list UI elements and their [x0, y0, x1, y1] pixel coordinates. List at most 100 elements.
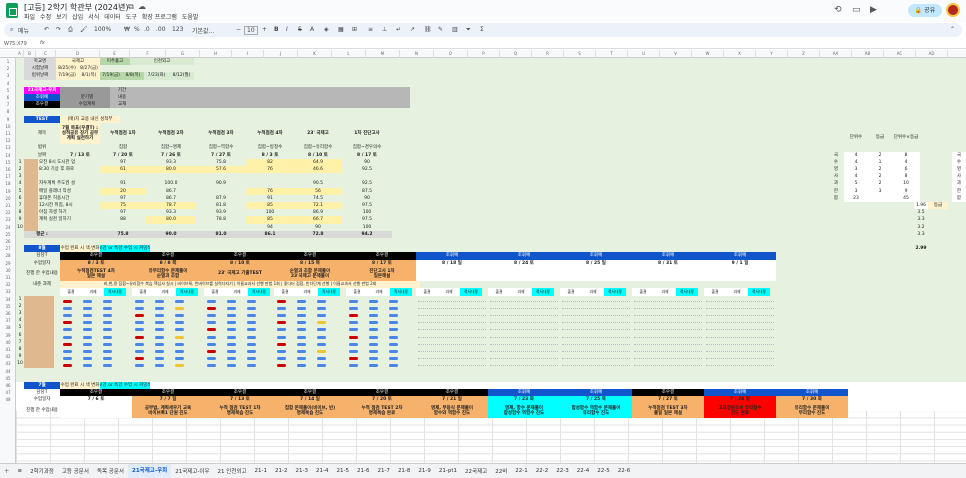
- name-box[interactable]: W75:X79: [4, 41, 27, 47]
- week-progress[interactable]: 합성함수 역함수 문제풀이 유리함수 진도: [560, 403, 632, 418]
- status-pills[interactable]: [134, 305, 202, 310]
- week-progress[interactable]: 23' 국제고 기출TEST: [204, 266, 276, 282]
- score-cell[interactable]: 90: [294, 224, 342, 231]
- row-header[interactable]: 39: [0, 332, 16, 339]
- test-title[interactable]: 누적점검 2차: [146, 123, 196, 145]
- status-pills[interactable]: [348, 334, 416, 339]
- rank-cell[interactable]: 2: [868, 180, 892, 188]
- range-5[interactable]: 7/23(화): [144, 72, 169, 80]
- comment-add-icon[interactable]: ✎: [438, 26, 443, 33]
- week-date[interactable]: 8 / 3 토: [60, 259, 132, 267]
- row-header[interactable]: 4: [0, 80, 16, 87]
- strikethrough-icon[interactable]: S: [298, 26, 302, 33]
- sheet-tab[interactable]: 21-4: [312, 468, 332, 474]
- week-date[interactable]: 8 / 8 목: [132, 259, 204, 267]
- sheet-tab[interactable]: 22-6: [614, 468, 634, 474]
- column-header[interactable]: AB: [852, 50, 884, 58]
- status-pills[interactable]: [134, 334, 202, 339]
- row-header[interactable]: 11: [0, 130, 16, 137]
- week-teacher[interactable]: 조우결: [204, 252, 276, 260]
- row-num[interactable]: 1: [16, 296, 24, 303]
- row-header[interactable]: 38: [0, 324, 16, 331]
- row-header[interactable]: 33: [0, 288, 16, 295]
- week-progress[interactable]: 유무리함수 문제풀이 순열과 조합: [132, 266, 204, 282]
- check-label[interactable]: 적서내용: [248, 288, 270, 296]
- sheet-tab[interactable]: 22비: [491, 467, 511, 475]
- subject-label[interactable]: 제목: [24, 123, 60, 145]
- status-dropdown[interactable]: [418, 326, 486, 331]
- row-header[interactable]: 14: [0, 152, 16, 159]
- status-dropdown[interactable]: [490, 326, 558, 331]
- week-progress[interactable]: 집합 문제풀이(비이브, 빈) 명제복습 진도: [274, 403, 346, 418]
- move-icon[interactable]: ⧉: [128, 2, 134, 12]
- status-pills[interactable]: [206, 305, 274, 310]
- fill-color-icon[interactable]: ◈: [324, 26, 329, 33]
- score-cell[interactable]: 57.6: [196, 166, 246, 174]
- week-date[interactable]: 7 / 13 토: [204, 396, 276, 404]
- sheet-tab[interactable]: 21-pt1: [435, 468, 461, 474]
- week-teacher[interactable]: 조휘예: [632, 252, 704, 260]
- status-pills[interactable]: [62, 362, 130, 368]
- row-header[interactable]: 25: [0, 231, 16, 238]
- rank-cell[interactable]: 4: [844, 158, 868, 166]
- row-header[interactable]: 48: [0, 396, 16, 403]
- score-cell[interactable]: 90.5: [294, 180, 342, 187]
- score-cell[interactable]: 86.7: [146, 188, 196, 195]
- function-icon[interactable]: Σ: [480, 26, 484, 33]
- column-header[interactable]: F: [130, 50, 166, 58]
- status-dropdown[interactable]: [562, 305, 630, 309]
- score-cell[interactable]: 46.6: [294, 166, 342, 174]
- week-teacher[interactable]: 조우결: [60, 252, 132, 260]
- row-header[interactable]: 31: [0, 274, 16, 281]
- column-header[interactable]: B: [24, 50, 36, 58]
- label-teacher[interactable]: 담당T: [24, 252, 60, 259]
- test-date[interactable]: 8 / 3 토: [246, 152, 294, 159]
- row-header[interactable]: 42: [0, 353, 16, 360]
- rank-cell[interactable]: 6: [892, 166, 920, 174]
- sheet-tab[interactable]: 22-5: [593, 468, 613, 474]
- bold-icon[interactable]: B: [274, 26, 279, 33]
- row-header[interactable]: 30: [0, 267, 16, 274]
- row-header[interactable]: 41: [0, 346, 16, 353]
- row-header[interactable]: 1: [0, 58, 16, 65]
- status-dropdown[interactable]: [634, 341, 702, 345]
- check-label[interactable]: 과제: [82, 288, 104, 296]
- score-cell[interactable]: 80.0: [146, 166, 196, 174]
- score-cell[interactable]: 97: [100, 209, 146, 216]
- status-pills[interactable]: [62, 334, 130, 339]
- score-cell[interactable]: 93.9: [196, 209, 246, 216]
- check-label[interactable]: 과제: [368, 288, 390, 296]
- rank-tail[interactable]: 3.2: [914, 224, 928, 231]
- row-header[interactable]: 47: [0, 389, 16, 396]
- week-progress[interactable]: 유리함수 문제풀이 무리함수 진도: [776, 403, 848, 418]
- sheet-tab[interactable]: 21국제고-우희: [128, 464, 172, 478]
- sheet-tab[interactable]: 21-7: [373, 468, 393, 474]
- week-teacher[interactable]: 조휘예: [488, 389, 560, 397]
- font-select[interactable]: 기본값...: [192, 26, 214, 35]
- rank-cell[interactable]: 8: [892, 173, 920, 181]
- week-date[interactable]: 8 / 31 토: [632, 259, 704, 267]
- row-header[interactable]: 16: [0, 166, 16, 173]
- status-pills[interactable]: [276, 348, 344, 353]
- sheet-tab[interactable]: 21국제고-이우: [171, 467, 213, 475]
- score-cell[interactable]: 90: [342, 195, 392, 202]
- score-cell[interactable]: 76: [246, 166, 294, 174]
- score-cell[interactable]: [246, 173, 294, 180]
- status-dropdown[interactable]: [490, 348, 558, 352]
- row-header[interactable]: 10: [0, 123, 16, 130]
- column-header[interactable]: Q: [500, 50, 532, 58]
- student-goal[interactable]: 아침 자생 하기: [38, 209, 100, 216]
- week-date[interactable]: 7 / 14 일: [274, 396, 346, 404]
- status-pills[interactable]: [348, 355, 416, 361]
- row-header[interactable]: 40: [0, 339, 16, 346]
- status-pills[interactable]: [134, 319, 202, 325]
- column-header[interactable]: M: [366, 50, 400, 58]
- range-4[interactable]: 8/8(목): [122, 72, 144, 80]
- font-size-field[interactable]: 10: [244, 26, 258, 35]
- rank-cell[interactable]: 10: [892, 180, 920, 188]
- row-header[interactable]: 26: [0, 238, 16, 245]
- column-header[interactable]: J: [264, 50, 298, 58]
- row-header[interactable]: 15: [0, 159, 16, 166]
- student-num[interactable]: 4: [16, 180, 24, 187]
- rank-cell[interactable]: 수: [828, 159, 844, 166]
